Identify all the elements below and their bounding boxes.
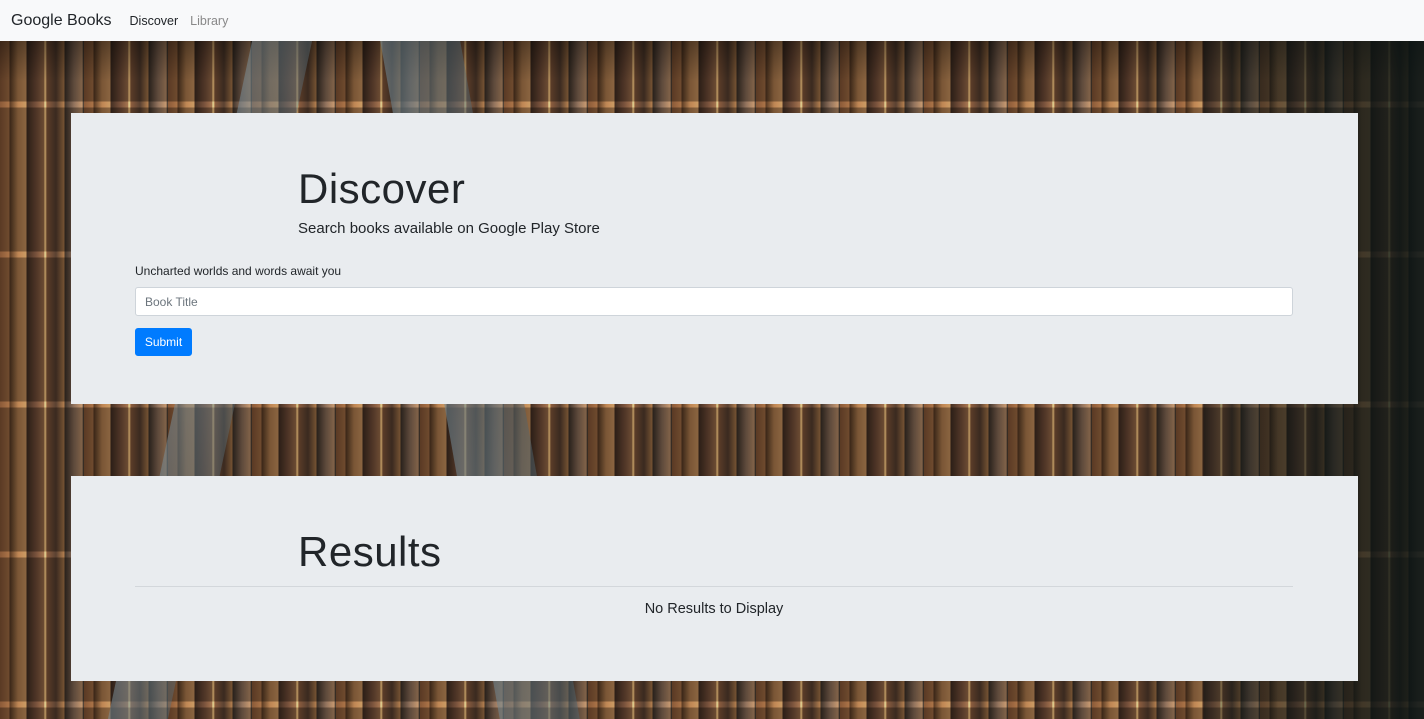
results-divider [135, 586, 1293, 587]
discover-panel: Discover Search books available on Googl… [71, 113, 1358, 404]
discover-subtitle: Search books available on Google Play St… [298, 220, 600, 237]
nav-link-library[interactable]: Library [190, 14, 228, 28]
navbar-brand[interactable]: Google Books [11, 12, 112, 30]
results-panel: Results No Results to Display [71, 476, 1358, 681]
discover-title: Discover [298, 165, 466, 212]
submit-button[interactable]: Submit [135, 328, 192, 356]
no-results-message: No Results to Display [644, 601, 784, 617]
book-title-input[interactable] [135, 287, 1293, 316]
nav-link-discover[interactable]: Discover [130, 14, 179, 28]
search-label: Uncharted worlds and words await you [135, 264, 342, 278]
results-title: Results [298, 528, 442, 575]
top-navbar: Google Books Discover Library [0, 0, 1424, 41]
